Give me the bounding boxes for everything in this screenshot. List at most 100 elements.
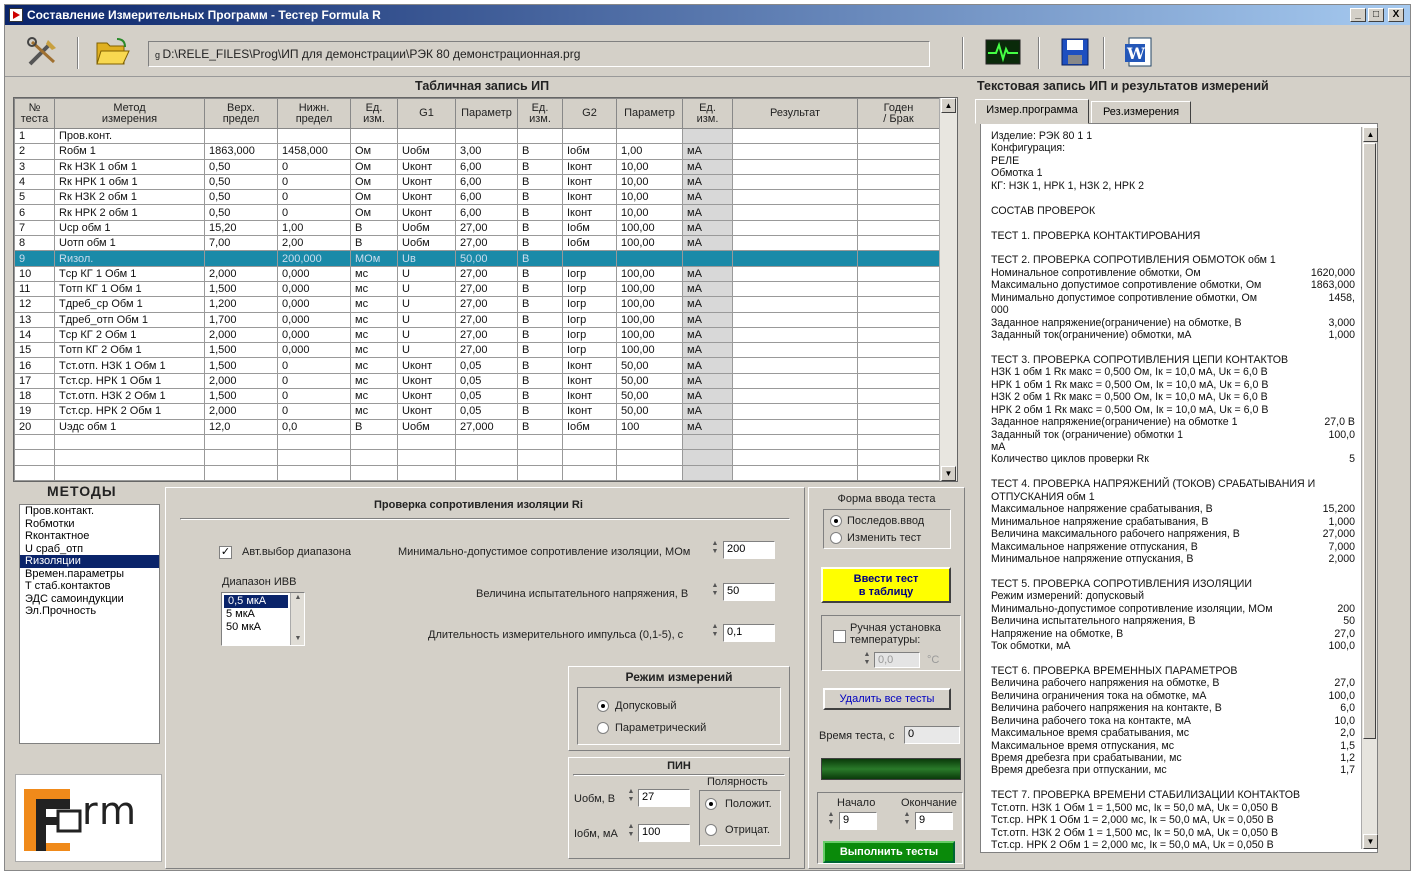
table-cell[interactable]: 2: [14, 143, 55, 160]
table-cell[interactable]: мА: [682, 296, 733, 313]
table-cell[interactable]: 3,00: [455, 143, 518, 160]
table-cell[interactable]: В: [517, 342, 563, 359]
table-cell[interactable]: [857, 403, 940, 420]
table-cell[interactable]: [562, 433, 617, 451]
table-cell[interactable]: [732, 265, 858, 282]
table-cell[interactable]: [732, 342, 858, 359]
table-cell[interactable]: 0,000: [277, 280, 351, 298]
table-cell[interactable]: мс: [350, 265, 398, 282]
table-cell[interactable]: [857, 464, 940, 481]
method-item[interactable]: Пров.контакт.: [20, 505, 159, 518]
program-path-field[interactable]: g D:\RELE_FILES\Prog\ИП для демонстрации…: [148, 41, 930, 67]
table-cell[interactable]: Uконт: [397, 173, 456, 191]
table-cell[interactable]: 1: [14, 127, 55, 145]
polarity-negative-radio[interactable]: [705, 824, 717, 836]
table-cell[interactable]: Uэдс обм 1: [54, 418, 205, 435]
table-cell[interactable]: 17: [14, 372, 55, 390]
table-cell[interactable]: [732, 235, 858, 252]
table-cell[interactable]: В: [350, 418, 398, 435]
method-item[interactable]: U сраб_отп: [20, 543, 159, 556]
methods-list[interactable]: Пров.контакт. Rобмотки Rконтактное U сраб_о…: [19, 504, 160, 744]
table-cell[interactable]: [682, 464, 733, 481]
table-cell[interactable]: В: [517, 326, 563, 344]
table-cell[interactable]: [682, 449, 733, 466]
table-cell[interactable]: мА: [682, 311, 733, 328]
method-item[interactable]: T стаб.контактов: [20, 580, 159, 593]
table-cell[interactable]: [616, 433, 683, 451]
manual-temp-checkbox[interactable]: [833, 630, 846, 643]
table-cell[interactable]: Iконт: [562, 189, 617, 206]
table-cell[interactable]: [732, 158, 858, 175]
table-cell[interactable]: [857, 127, 940, 145]
table-cell[interactable]: Iконт: [562, 357, 617, 374]
table-cell[interactable]: мА: [682, 265, 733, 282]
table-cell[interactable]: [857, 449, 940, 466]
table-cell[interactable]: Uобм: [397, 235, 456, 252]
table-cell[interactable]: [562, 464, 617, 481]
table-cell[interactable]: [350, 449, 398, 466]
table-cell[interactable]: U: [397, 265, 456, 282]
table-cell[interactable]: 19: [14, 403, 55, 420]
table-cell[interactable]: 0: [277, 357, 351, 374]
range-down-icon[interactable]: ▼: [292, 635, 304, 643]
table-cell[interactable]: Iконт: [562, 388, 617, 405]
table-cell[interactable]: 12,0: [204, 418, 278, 435]
end-input[interactable]: 9: [915, 812, 953, 830]
table-cell[interactable]: 18: [14, 388, 55, 405]
table-cell[interactable]: U: [397, 342, 456, 359]
table-row[interactable]: 19 Tст.ср. НРК 2 Обм 1 2,000 0 мс Uконт 0,05 В I…: [14, 403, 940, 420]
table-cell[interactable]: [54, 433, 205, 451]
table-cell[interactable]: [682, 250, 733, 267]
table-cell[interactable]: 6,00: [455, 158, 518, 175]
table-cell[interactable]: В: [517, 372, 563, 390]
table-cell[interactable]: мА: [682, 342, 733, 359]
table-cell[interactable]: [732, 388, 858, 405]
table-cell[interactable]: В: [517, 311, 563, 328]
table-cell[interactable]: 13: [14, 311, 55, 328]
table-cell[interactable]: 7: [14, 219, 55, 237]
edit-test-radio[interactable]: [830, 532, 842, 544]
table-row[interactable]: 13 Tдреб_отп Обм 1 1,700 0,000 мс U 27,00 В Iогр…: [14, 311, 940, 328]
table-cell[interactable]: [14, 449, 55, 466]
table-cell[interactable]: [54, 464, 205, 481]
word-doc-icon[interactable]: W: [1119, 33, 1159, 71]
table-cell[interactable]: [732, 311, 858, 328]
method-item[interactable]: ЭДС самоиндукции: [20, 593, 159, 606]
table-cell[interactable]: 0: [277, 158, 351, 175]
table-cell[interactable]: 27,00: [455, 311, 518, 328]
table-row[interactable]: 15 Tотп КГ 2 Обм 1 1,500 0,000 мс U 27,00 В Iогр…: [14, 342, 940, 359]
table-cell[interactable]: 14: [14, 326, 55, 344]
table-cell[interactable]: Ом: [350, 173, 398, 191]
table-cell[interactable]: мА: [682, 280, 733, 298]
table-cell[interactable]: Uконт: [397, 357, 456, 374]
table-cell[interactable]: 0,50: [204, 189, 278, 206]
table-cell[interactable]: 8: [14, 235, 55, 252]
table-cell[interactable]: мс: [350, 326, 398, 344]
table-cell[interactable]: мс: [350, 388, 398, 405]
text-scroll-up-icon[interactable]: ▲: [1363, 127, 1378, 142]
table-cell[interactable]: [732, 143, 858, 160]
table-row[interactable]: 4 Rк НРК 1 обм 1 0,50 0 Ом Uконт 6,00 В Iконт 10,…: [14, 173, 940, 191]
table-cell[interactable]: 0: [277, 204, 351, 221]
mode-tolerance-radio[interactable]: [597, 700, 609, 712]
range-option[interactable]: 0,5 мкА: [224, 595, 288, 608]
table-row[interactable]: 10 Tср КГ 1 Обм 1 2,000 0,000 мс U 27,00 В Iогр 1…: [14, 265, 940, 282]
table-cell[interactable]: 100,00: [616, 311, 683, 328]
method-item[interactable]: Rизоляции: [20, 555, 159, 568]
table-cell[interactable]: Tотп КГ 2 Обм 1: [54, 342, 205, 359]
table-cell[interactable]: 10,00: [616, 158, 683, 175]
table-cell[interactable]: [562, 449, 617, 466]
table-cell[interactable]: мА: [682, 235, 733, 252]
table-cell[interactable]: [857, 265, 940, 282]
table-cell[interactable]: Ом: [350, 158, 398, 175]
table-scrollbar[interactable]: ▲ ▼: [939, 98, 957, 481]
test-voltage-spin-icon[interactable]: ▲ ▼: [709, 582, 721, 598]
table-cell[interactable]: Iобм: [562, 219, 617, 237]
table-cell[interactable]: 0,05: [455, 372, 518, 390]
table-cell[interactable]: 100,00: [616, 219, 683, 237]
table-cell[interactable]: мА: [682, 158, 733, 175]
table-cell[interactable]: Uконт: [397, 388, 456, 405]
table-cell[interactable]: 20: [14, 418, 55, 435]
table-cell[interactable]: [277, 464, 351, 481]
table-cell[interactable]: [857, 311, 940, 328]
